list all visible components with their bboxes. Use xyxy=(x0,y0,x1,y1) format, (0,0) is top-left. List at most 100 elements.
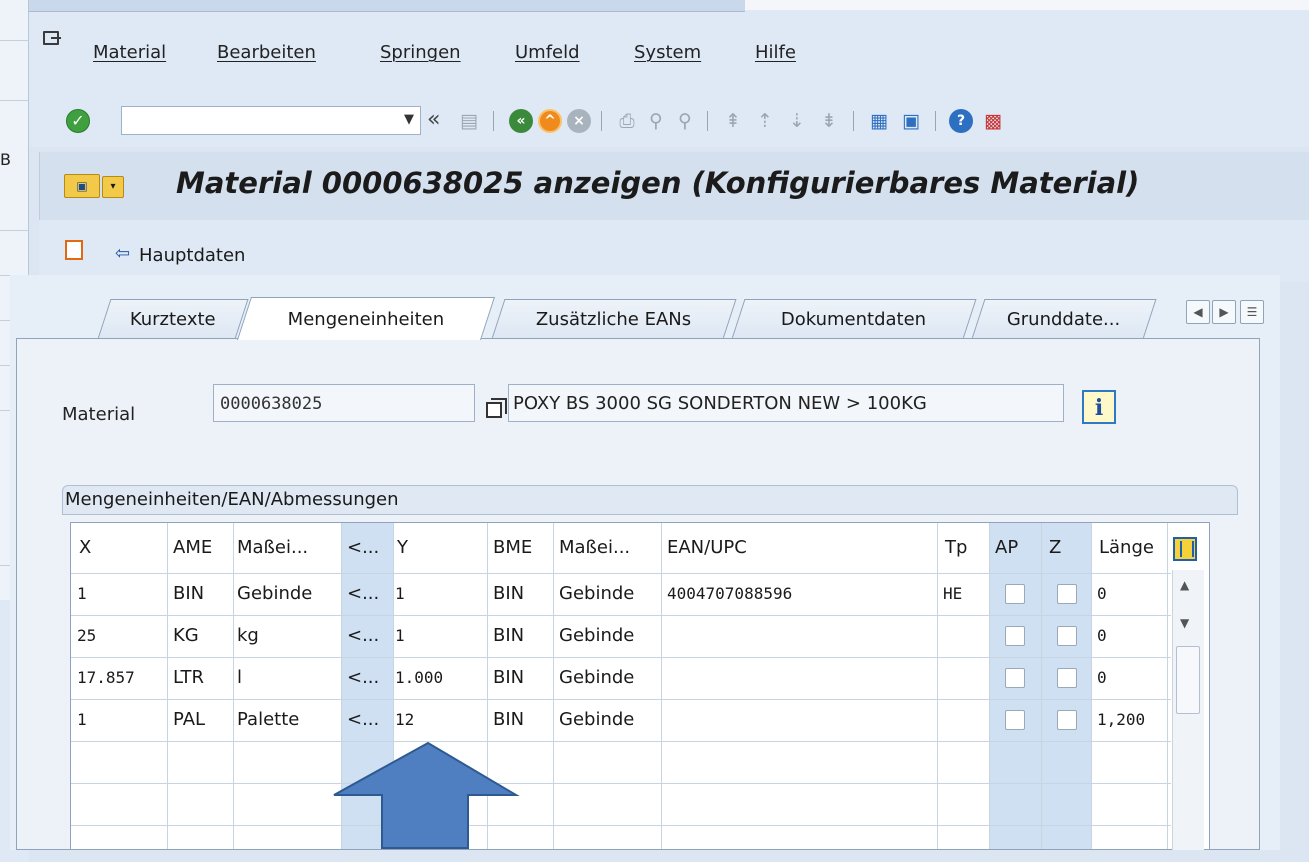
tab-mengeneinheiten[interactable]: Mengeneinheiten xyxy=(237,297,495,340)
menu-material[interactable]: Material xyxy=(93,42,166,63)
cell-x[interactable]: 25 xyxy=(77,615,96,657)
tab-zusaetzliche-eans[interactable]: Zusätzliche EANs xyxy=(491,299,737,339)
save-icon[interactable]: ▤ xyxy=(457,109,481,133)
checkbox-ap[interactable] xyxy=(1005,668,1025,688)
cell-laenge[interactable]: 0 xyxy=(1097,573,1107,615)
create-session-icon[interactable]: ▦ xyxy=(867,109,891,133)
column-configuration-icon[interactable] xyxy=(1173,537,1197,561)
info-icon[interactable]: i xyxy=(1082,390,1116,424)
next-page-icon[interactable]: ⇣ xyxy=(785,109,809,133)
tab-kurztexte[interactable]: Kurztexte xyxy=(97,299,249,339)
tab-list-icon[interactable]: ☰ xyxy=(1240,300,1264,324)
cell-x[interactable]: 1 xyxy=(77,573,87,615)
cell-y[interactable]: 1 xyxy=(395,573,405,615)
column-header-y[interactable]: Y xyxy=(397,523,408,573)
cell-laenge[interactable]: 1,200 xyxy=(1097,699,1145,741)
checkbox-z[interactable] xyxy=(1057,668,1077,688)
chevron-down-icon[interactable]: ▾ xyxy=(102,176,124,198)
cell-masseinheit[interactable]: Gebinde xyxy=(237,573,312,615)
checkbox-z[interactable] xyxy=(1057,710,1077,730)
cell-y[interactable]: 1.000 xyxy=(395,657,443,699)
chevron-down-icon[interactable]: ▼ xyxy=(404,112,414,127)
back-double-icon[interactable]: « xyxy=(427,107,440,132)
tab-grunddaten[interactable]: Grunddate... xyxy=(971,299,1157,339)
previous-page-icon[interactable]: ⇡ xyxy=(753,109,777,133)
customize-layout-icon[interactable]: ▩ xyxy=(981,109,1005,133)
scroll-thumb[interactable] xyxy=(1176,646,1200,714)
checkbox-z[interactable] xyxy=(1057,626,1077,646)
enter-icon[interactable]: ✓ xyxy=(66,109,90,133)
tab-scroll-left-icon[interactable]: ◀ xyxy=(1186,300,1210,324)
background-window-edge xyxy=(745,0,1309,10)
cell-ame[interactable]: BIN xyxy=(173,573,204,615)
checkbox-ap[interactable] xyxy=(1005,626,1025,646)
units-table: X AME Maßei... <... Y BME Maßei... EAN/U… xyxy=(70,522,1210,850)
title-bar: ▣ ▾ Material 0000638025 anzeigen (Konfig… xyxy=(39,152,1309,220)
shortcut-icon[interactable]: ▣ xyxy=(899,109,923,133)
menu-springen[interactable]: Springen xyxy=(380,42,461,63)
cell-masseinheit[interactable]: l xyxy=(237,657,242,699)
column-header-z[interactable]: Z xyxy=(1049,523,1061,573)
cell-laenge[interactable]: 0 xyxy=(1097,657,1107,699)
table-scrollbar[interactable]: ▲ ▼ xyxy=(1172,570,1204,850)
menu-hilfe[interactable]: Hilfe xyxy=(755,42,796,63)
cell-ame[interactable]: PAL xyxy=(173,699,205,741)
tab-scroll-right-icon[interactable]: ▶ xyxy=(1212,300,1236,324)
checkbox-ap[interactable] xyxy=(1005,584,1025,604)
last-page-icon[interactable]: ⇟ xyxy=(817,109,841,133)
column-header-lt[interactable]: <... xyxy=(347,523,379,573)
checkbox-ap[interactable] xyxy=(1005,710,1025,730)
help-icon[interactable]: ? xyxy=(949,109,973,133)
column-header-x[interactable]: X xyxy=(79,523,91,573)
column-header-laenge[interactable]: Länge xyxy=(1099,523,1154,573)
copy-icon[interactable] xyxy=(486,398,507,418)
find-next-icon[interactable]: ⚲ xyxy=(673,109,697,133)
cell-x[interactable]: 17.857 xyxy=(77,657,135,699)
background-row xyxy=(0,230,29,264)
cell-laenge[interactable]: 0 xyxy=(1097,615,1107,657)
cell-masseinheit[interactable]: kg xyxy=(237,615,259,657)
cell-masseinheit-2: Gebinde xyxy=(559,583,635,604)
cell-tp[interactable]: HE xyxy=(943,573,962,615)
cell-x[interactable]: 1 xyxy=(77,699,87,741)
cell-masseinheit[interactable]: Palette xyxy=(237,699,299,741)
transaction-menu-icon[interactable]: ▣ xyxy=(64,174,100,198)
column-header-ap[interactable]: AP xyxy=(995,523,1018,573)
back-icon[interactable]: « xyxy=(509,109,533,133)
column-header-ame[interactable]: AME xyxy=(173,523,212,573)
tab-label: Grunddate... xyxy=(1007,309,1121,330)
material-description: POXY BS 3000 SG SONDERTON NEW > 100KG xyxy=(513,393,927,414)
column-header-tp[interactable]: Tp xyxy=(945,523,967,573)
column-header-masseinheit[interactable]: Maßei... xyxy=(237,523,308,573)
column-header-ean[interactable]: EAN/UPC xyxy=(667,523,747,573)
cancel-icon[interactable]: × xyxy=(567,109,591,133)
scroll-up-icon[interactable]: ▲ xyxy=(1180,578,1189,592)
cell-lt: <... xyxy=(347,583,380,604)
cell-y[interactable]: 12 xyxy=(395,699,414,741)
print-icon[interactable]: ⎙ xyxy=(615,109,639,133)
menu-bearbeiten[interactable]: Bearbeiten xyxy=(217,42,316,63)
menu-system[interactable]: System xyxy=(634,42,701,63)
checkbox-z[interactable] xyxy=(1057,584,1077,604)
menu-bar: Material Bearbeiten Springen Umfeld Syst… xyxy=(29,12,1309,87)
column-header-bme[interactable]: BME xyxy=(493,523,532,573)
material-field[interactable]: 0000638025 xyxy=(213,384,475,422)
exit-icon[interactable]: ^ xyxy=(538,109,562,133)
hauptdaten-button[interactable]: Hauptdaten xyxy=(139,245,245,266)
cell-ame[interactable]: KG xyxy=(173,615,199,657)
cell-masseinheit-2: Gebinde xyxy=(559,667,635,688)
system-menu-icon[interactable] xyxy=(43,31,61,45)
material-description-field[interactable]: POXY BS 3000 SG SONDERTON NEW > 100KG xyxy=(508,384,1064,422)
cell-ame[interactable]: LTR xyxy=(173,657,204,699)
menu-umfeld[interactable]: Umfeld xyxy=(515,42,580,63)
cell-y[interactable]: 1 xyxy=(395,615,405,657)
command-field[interactable]: ▼ xyxy=(121,106,421,135)
tab-dokumentdaten[interactable]: Dokumentdaten xyxy=(731,299,977,339)
column-header-masseinheit-2[interactable]: Maßei... xyxy=(559,523,630,573)
other-material-icon[interactable] xyxy=(65,240,83,260)
first-page-icon[interactable]: ⇞ xyxy=(721,109,745,133)
scroll-down-icon[interactable]: ▼ xyxy=(1180,616,1189,630)
find-icon[interactable]: ⚲ xyxy=(644,109,668,133)
cell-ean[interactable]: 4004707088596 xyxy=(667,573,792,615)
arrow-left-icon[interactable]: ⇦ xyxy=(115,243,130,264)
